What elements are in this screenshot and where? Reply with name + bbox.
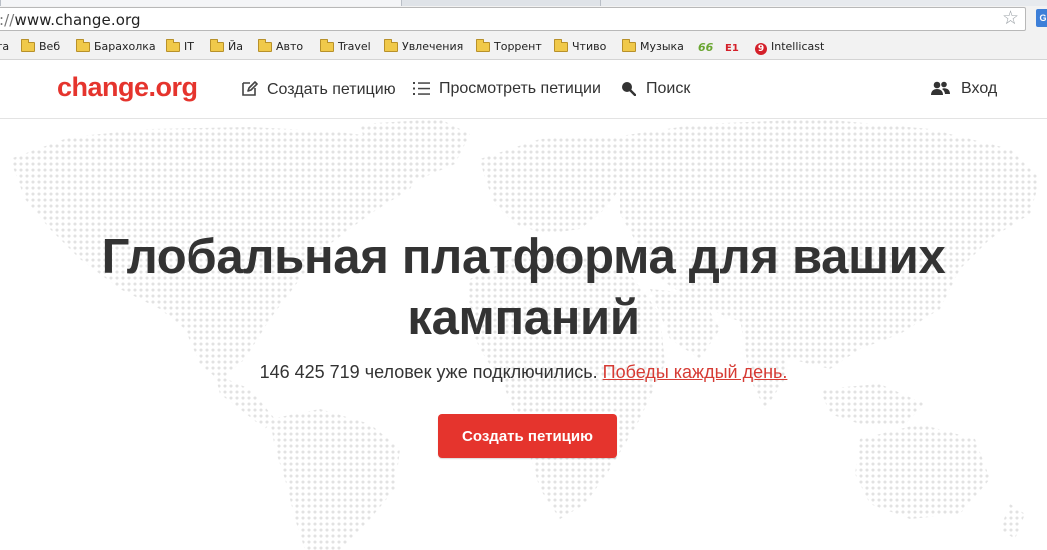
- bookmark-label: Барахолка: [94, 40, 156, 53]
- url-scheme: ://: [0, 11, 15, 29]
- folder-icon: [320, 39, 334, 52]
- bookmark-item[interactable]: Музыка: [622, 39, 684, 56]
- folder-icon: [76, 39, 90, 52]
- change-org-logo[interactable]: change.org: [57, 72, 198, 103]
- headline-line-2: кампаний: [407, 291, 640, 345]
- bookmarks-bar: та Веб Барахолка IT Йа Авто Travel Увлечения Тор…: [0, 35, 1047, 60]
- bookmark-label: та: [0, 40, 10, 53]
- nav-search-label: Поиск: [646, 80, 691, 97]
- bookmark-item[interactable]: Торрент: [476, 39, 542, 56]
- address-bar[interactable]: ://www.change.org ☆: [0, 7, 1026, 31]
- url-host: www.change.org: [14, 11, 141, 29]
- address-url[interactable]: ://www.change.org: [0, 11, 141, 29]
- nav-login-label: Вход: [961, 80, 998, 97]
- nav-create-petition[interactable]: Создать петицию: [241, 80, 396, 102]
- bookmark-label: Intellicast: [771, 40, 825, 53]
- bookmark-label: Travel: [338, 40, 371, 53]
- bookmark-item[interactable]: та: [0, 40, 9, 56]
- search-icon: [621, 81, 637, 101]
- create-petition-button[interactable]: Создать петицию: [438, 414, 617, 458]
- bookmark-item[interactable]: 66: [698, 40, 717, 56]
- bookmark-star-icon[interactable]: ☆: [1002, 9, 1019, 29]
- bookmark-item[interactable]: Йа: [210, 39, 243, 56]
- nav-search[interactable]: Поиск: [621, 80, 690, 101]
- hero-headline: Глобальная платформа для ваших кампаний: [0, 227, 1047, 349]
- users-icon: [931, 81, 950, 101]
- supporters-count-text: 146 425 719 человек уже подключились.: [259, 362, 598, 382]
- victories-link[interactable]: Победы каждый день.: [603, 362, 788, 382]
- bookmark-label: Веб: [39, 40, 61, 53]
- bookmark-label: IT: [184, 40, 194, 53]
- folder-icon: [384, 39, 398, 52]
- e1-icon: E1: [725, 43, 739, 54]
- bookmark-item[interactable]: IT: [166, 39, 194, 56]
- nav-browse-petitions[interactable]: Просмотреть петиции: [413, 80, 601, 101]
- 66-icon: 66: [698, 41, 714, 54]
- bookmark-label: Музыка: [640, 40, 684, 53]
- browser-toolbar: ://www.change.org ☆ G: [0, 6, 1047, 35]
- folder-icon: [476, 39, 490, 52]
- bookmark-item[interactable]: Travel: [320, 39, 371, 56]
- bookmark-label: Чтиво: [572, 40, 607, 53]
- bookmark-item[interactable]: Барахолка: [76, 39, 156, 56]
- nav-create-label: Создать петицию: [267, 81, 396, 98]
- nav-browse-label: Просмотреть петиции: [439, 80, 601, 97]
- folder-icon: [258, 39, 272, 52]
- bookmark-label: Увлечения: [402, 40, 464, 53]
- bookmark-item[interactable]: E1: [725, 40, 743, 56]
- bookmark-item[interactable]: Увлечения: [384, 39, 464, 56]
- extension-icon[interactable]: G: [1036, 9, 1047, 27]
- folder-icon: [554, 39, 568, 52]
- edit-icon: [241, 80, 258, 102]
- bookmark-item[interactable]: Чтиво: [554, 39, 607, 56]
- hero-section: Глобальная платформа для ваших кампаний …: [0, 119, 1047, 550]
- folder-icon: [166, 39, 180, 52]
- bookmark-item[interactable]: Авто: [258, 39, 304, 56]
- bookmark-label: Торрент: [494, 40, 542, 53]
- nav-login[interactable]: Вход: [931, 80, 997, 101]
- folder-icon: [622, 39, 636, 52]
- bookmark-item[interactable]: 9 Intellicast: [755, 40, 824, 56]
- intellicast-icon: 9: [755, 43, 767, 55]
- bookmark-label: Йа: [228, 40, 243, 53]
- headline-line-1: Глобальная платформа для ваших: [101, 230, 946, 284]
- bookmark-item[interactable]: Веб: [21, 39, 61, 56]
- folder-icon: [210, 39, 224, 52]
- bookmark-label: Авто: [276, 40, 304, 53]
- folder-icon: [21, 39, 35, 52]
- hero-tagline: 146 425 719 человек уже подключились. По…: [0, 362, 1047, 383]
- site-header: change.org Создать петицию Просмотреть п…: [0, 60, 1047, 119]
- list-icon: [413, 81, 430, 101]
